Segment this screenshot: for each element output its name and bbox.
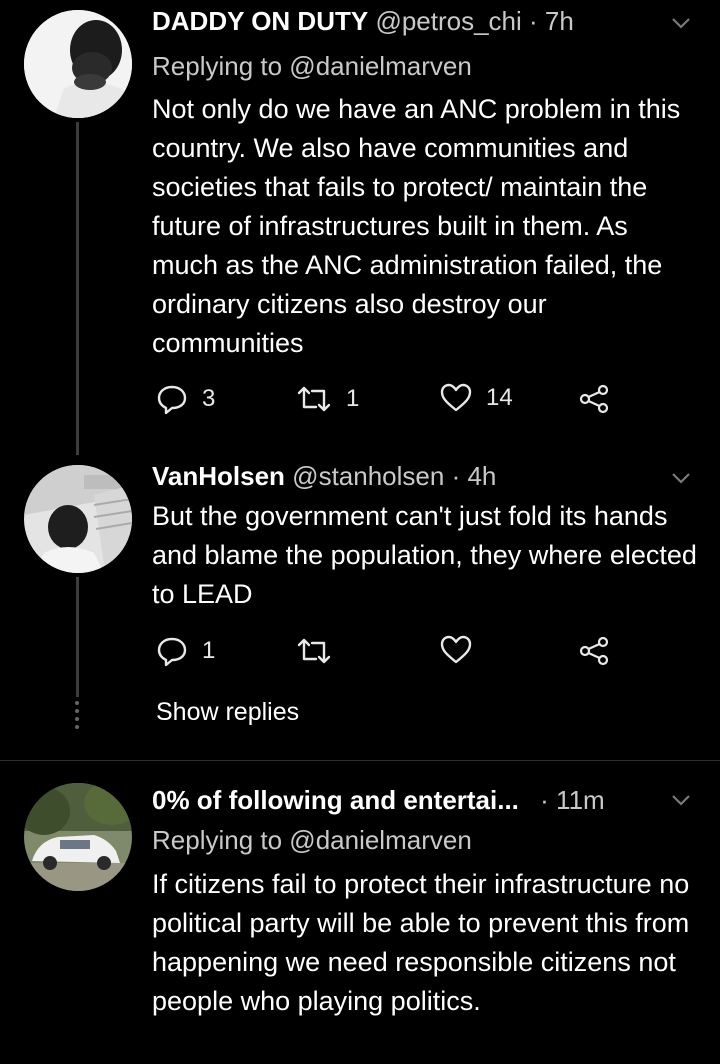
tweet-actions: 1 <box>156 635 626 671</box>
avatar[interactable] <box>24 465 132 573</box>
timestamp: · 7h <box>529 6 574 36</box>
share-button[interactable] <box>578 635 610 667</box>
retweet-icon <box>297 386 331 412</box>
display-name[interactable]: VanHolsen <box>152 461 285 491</box>
replying-to[interactable]: Replying to @danielmarven <box>152 825 472 856</box>
thread-line <box>76 122 79 455</box>
chevron-down-icon[interactable] <box>668 787 694 813</box>
reply-button[interactable]: 3 <box>156 383 215 415</box>
like-button[interactable] <box>440 635 486 665</box>
show-replies-link[interactable]: Show replies <box>156 698 299 727</box>
timestamp: · 11m <box>540 785 605 815</box>
display-name[interactable]: DADDY ON DUTY <box>152 6 368 36</box>
handle[interactable]: @petros_chi <box>375 6 521 36</box>
tweet-text: But the government can't just fold its h… <box>152 501 697 609</box>
share-button[interactable] <box>578 383 610 415</box>
tweet-actions: 3 1 14 <box>156 383 626 419</box>
retweet-button[interactable] <box>296 635 346 667</box>
reply-icon <box>157 385 187 415</box>
tweet-2[interactable]: VanHolsen @stanholsen · 4h But the gover… <box>0 455 720 760</box>
like-button[interactable]: 14 <box>440 383 513 413</box>
tweet-text: Not only do we have an ANC problem in th… <box>152 94 681 358</box>
display-name[interactable]: 0% of following and entertai... <box>152 785 519 815</box>
chevron-down-icon[interactable] <box>668 10 694 36</box>
heart-icon <box>440 635 472 664</box>
like-count: 14 <box>486 384 513 411</box>
reply-button[interactable]: 1 <box>156 635 215 667</box>
retweet-button[interactable]: 1 <box>296 383 359 415</box>
replying-to[interactable]: Replying to @danielmarven <box>152 51 472 82</box>
tweet-text: If citizens fail to protect their infras… <box>152 869 690 1016</box>
share-icon <box>579 384 609 414</box>
tweet-header: 0% of following and entertai... · 11m <box>152 785 650 816</box>
heart-icon <box>440 383 472 412</box>
tweet-header: DADDY ON DUTY @petros_chi · 7h <box>152 6 650 37</box>
avatar[interactable] <box>24 10 132 118</box>
chevron-down-icon[interactable] <box>668 465 694 491</box>
avatar[interactable] <box>24 783 132 891</box>
tweet-1[interactable]: DADDY ON DUTY @petros_chi · 7h Replying … <box>0 0 720 455</box>
retweet-count: 1 <box>346 385 360 412</box>
more-replies-indicator <box>75 701 80 733</box>
tweet-3[interactable]: 0% of following and entertai... · 11m Re… <box>0 761 720 1064</box>
reply-icon <box>157 637 187 667</box>
retweet-icon <box>297 638 331 664</box>
reply-count: 1 <box>202 637 216 664</box>
share-icon <box>579 636 609 666</box>
thread-line <box>76 577 79 697</box>
tweet-header: VanHolsen @stanholsen · 4h <box>152 461 650 492</box>
reply-count: 3 <box>202 385 216 412</box>
timestamp: · 4h <box>451 461 497 491</box>
handle[interactable]: @stanholsen <box>292 461 444 491</box>
